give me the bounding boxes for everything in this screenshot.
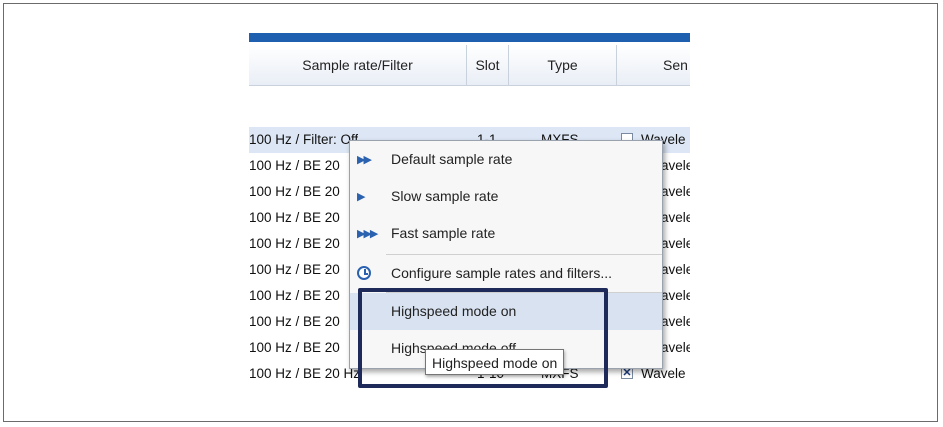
sensor-cell: avele bbox=[661, 184, 690, 199]
sensor-cell: avele bbox=[661, 314, 690, 329]
tooltip: Highspeed mode on bbox=[425, 349, 565, 375]
clock-icon bbox=[357, 266, 371, 280]
menu-item-default-sample-rate[interactable]: ▶▶ Default sample rate bbox=[350, 141, 662, 178]
menu-item-label: Default sample rate bbox=[391, 151, 513, 167]
sample-rate-cell: 100 Hz / BE 20 Hz bbox=[249, 366, 361, 381]
column-header-sample-rate[interactable]: Sample rate/Filter bbox=[249, 45, 467, 85]
sample-rate-cell: 100 Hz / BE 20 bbox=[249, 262, 340, 277]
menu-item-slow-sample-rate[interactable]: ▶ Slow sample rate bbox=[350, 178, 662, 215]
title-bar bbox=[249, 33, 690, 42]
sample-rate-cell: 100 Hz / BE 20 bbox=[249, 184, 340, 199]
sensor-cell: avele bbox=[661, 262, 690, 277]
sample-rate-cell: 100 Hz / BE 20 bbox=[249, 340, 340, 355]
sensor-cell: avele bbox=[661, 340, 690, 355]
single-arrow-icon: ▶ bbox=[357, 191, 365, 203]
menu-item-label: Configure sample rates and filters... bbox=[391, 265, 612, 281]
sample-rate-cell: 100 Hz / BE 20 bbox=[249, 236, 340, 251]
menu-item-configure-sample-rates[interactable]: Configure sample rates and filters... bbox=[350, 255, 662, 292]
sensor-cell: avele bbox=[661, 236, 690, 251]
column-header-type[interactable]: Type bbox=[509, 45, 617, 85]
column-header-slot[interactable]: Slot bbox=[467, 45, 509, 85]
sensor-cell: avele bbox=[661, 158, 690, 173]
triple-arrow-icon: ▶▶▶ bbox=[357, 228, 378, 240]
menu-item-fast-sample-rate[interactable]: ▶▶▶ Fast sample rate bbox=[350, 215, 662, 252]
menu-item-label: Slow sample rate bbox=[391, 188, 499, 204]
sensor-cell: avele bbox=[661, 288, 690, 303]
table-header: Sample rate/Filter Slot Type Sen bbox=[249, 45, 690, 86]
menu-item-label: Fast sample rate bbox=[391, 225, 496, 241]
sensor-cell: avele bbox=[661, 210, 690, 225]
sample-rate-cell: 100 Hz / Filter: Off bbox=[249, 132, 359, 147]
sample-rate-cell: 100 Hz / BE 20 bbox=[249, 288, 340, 303]
column-header-sensor[interactable]: Sen bbox=[617, 45, 690, 85]
sample-rate-cell: 100 Hz / BE 20 bbox=[249, 314, 340, 329]
double-arrow-icon: ▶▶ bbox=[357, 154, 372, 166]
sample-rate-cell: 100 Hz / BE 20 bbox=[249, 158, 340, 173]
sample-rate-cell: 100 Hz / BE 20 bbox=[249, 210, 340, 225]
